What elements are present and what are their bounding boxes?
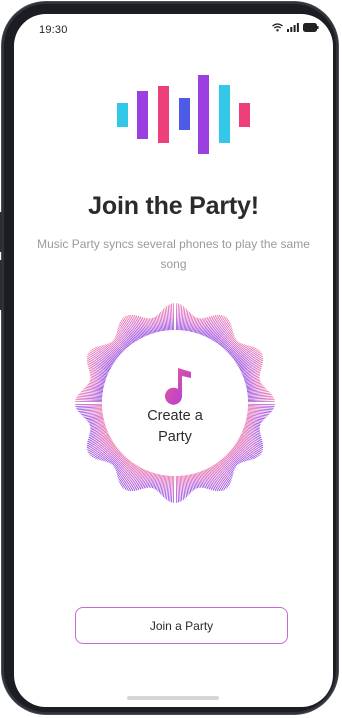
logo-bar [219, 85, 230, 143]
create-party-label: Create a Party [70, 406, 280, 448]
logo-bar [198, 75, 209, 154]
phone-frame: 19:30 Join the Party! Music Party syncs … [0, 2, 338, 714]
logo-bar [158, 86, 169, 143]
logo-bar [239, 103, 250, 127]
logo-bar [117, 103, 128, 127]
create-party-button[interactable]: Create a Party [70, 298, 280, 508]
page-title: Join the Party! [88, 192, 259, 220]
join-party-button[interactable]: Join a Party [75, 607, 288, 644]
create-party-ring [75, 303, 275, 503]
logo-bar [137, 91, 148, 139]
volume-button [0, 260, 2, 310]
page-subtitle: Music Party syncs several phones to play… [37, 237, 310, 271]
create-party-label-line1: Create a [147, 408, 203, 424]
power-button [0, 212, 2, 252]
create-party-label-line2: Party [158, 429, 192, 445]
app-screen: 19:30 Join the Party! Music Party syncs … [14, 14, 333, 707]
logo-bar [179, 98, 190, 130]
audio-wave-icon [117, 75, 250, 154]
home-indicator[interactable] [127, 696, 219, 700]
